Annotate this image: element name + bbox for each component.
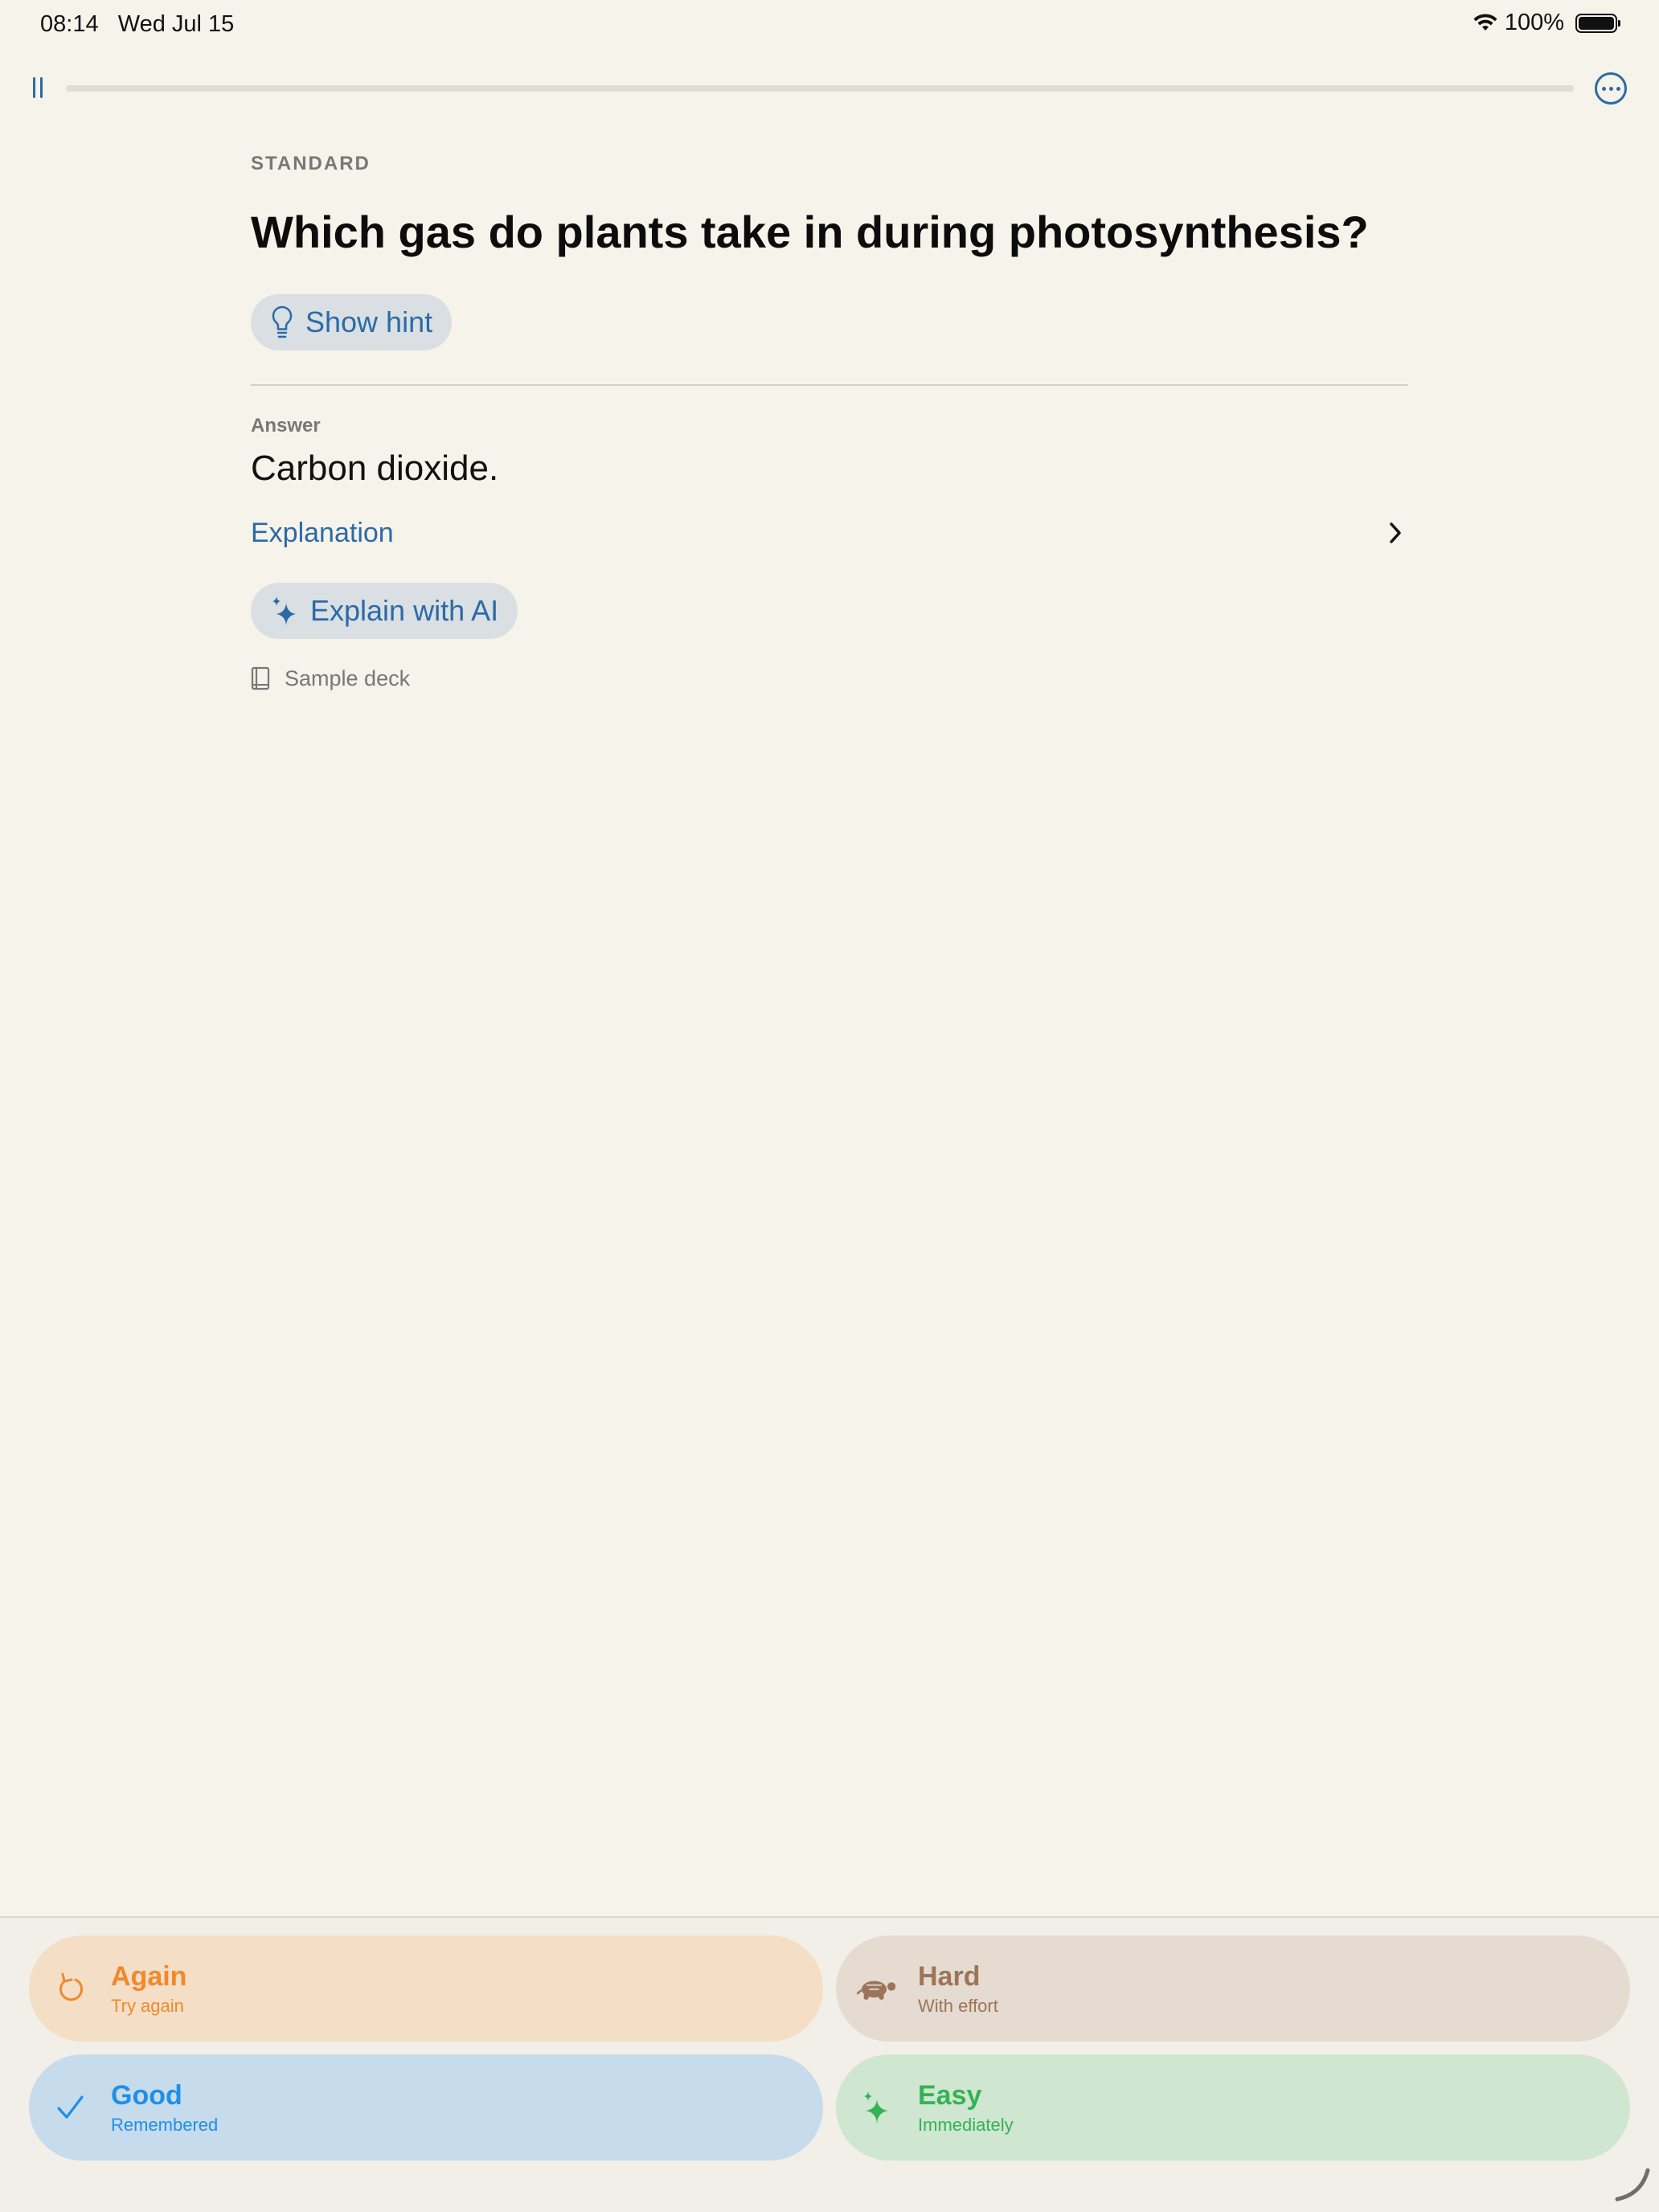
battery-icon: [1575, 13, 1620, 33]
divider: [251, 383, 1408, 386]
sparkle-icon: [857, 2087, 897, 2128]
deck-name: Sample deck: [285, 666, 411, 690]
more-options-button[interactable]: [1595, 72, 1627, 104]
resize-corner-icon[interactable]: [1614, 2165, 1651, 2202]
session-progress-bar: [66, 85, 1574, 92]
again-subtitle: Try again: [111, 1995, 184, 2016]
hard-subtitle: With effort: [918, 1995, 998, 2016]
checkmark-icon: [50, 2087, 90, 2128]
retry-arrow-icon: [50, 1968, 90, 2009]
easy-button[interactable]: Easy Immediately: [836, 2054, 1630, 2161]
deck-info: Sample deck: [251, 666, 1408, 691]
explanation-link[interactable]: Explanation: [251, 518, 394, 549]
explain-with-ai-label: Explain with AI: [310, 593, 499, 627]
book-icon: [251, 666, 270, 690]
status-indicators: 100%: [1473, 10, 1620, 36]
battery-percent: 100%: [1504, 10, 1564, 35]
status-time: 08:14: [40, 11, 99, 37]
sparkles-icon: [272, 596, 296, 625]
good-button[interactable]: Good Remembered: [29, 2054, 823, 2161]
status-time-date: 08:14 Wed Jul 15: [40, 11, 234, 38]
status-date: Wed Jul 15: [117, 11, 235, 37]
good-title: Good: [111, 2079, 182, 2111]
ellipsis-circle-icon: [1601, 86, 1606, 91]
turtle-icon: [857, 1968, 897, 2009]
wifi-icon: [1473, 13, 1497, 31]
study-screen: 08:14 Wed Jul 15 100% STANDARD Which gas…: [0, 0, 1659, 2212]
show-hint-label: Show hint: [305, 305, 433, 338]
hard-button[interactable]: Hard With effort: [836, 1936, 1630, 2042]
card-type-label: STANDARD: [251, 153, 371, 174]
hard-title: Hard: [918, 1960, 981, 1992]
chevron-right-icon: [1382, 520, 1408, 546]
explanation-row[interactable]: Explanation: [251, 518, 1408, 549]
answer-label: Answer: [251, 414, 321, 436]
pause-button[interactable]: [29, 77, 47, 100]
show-hint-button[interactable]: Show hint: [251, 293, 453, 350]
good-subtitle: Remembered: [111, 2114, 219, 2135]
explain-with-ai-button[interactable]: Explain with AI: [251, 582, 518, 639]
question-text: Which gas do plants take in during photo…: [251, 207, 1369, 257]
again-button[interactable]: Again Try again: [29, 1936, 823, 2042]
easy-subtitle: Immediately: [918, 2114, 1014, 2135]
again-title: Again: [111, 1960, 187, 1992]
answer-text: Carbon dioxide.: [251, 448, 499, 488]
easy-title: Easy: [918, 2079, 982, 2111]
lightbulb-icon: [272, 305, 293, 338]
card-content: STANDARD Which gas do plants take in dur…: [251, 153, 1408, 691]
